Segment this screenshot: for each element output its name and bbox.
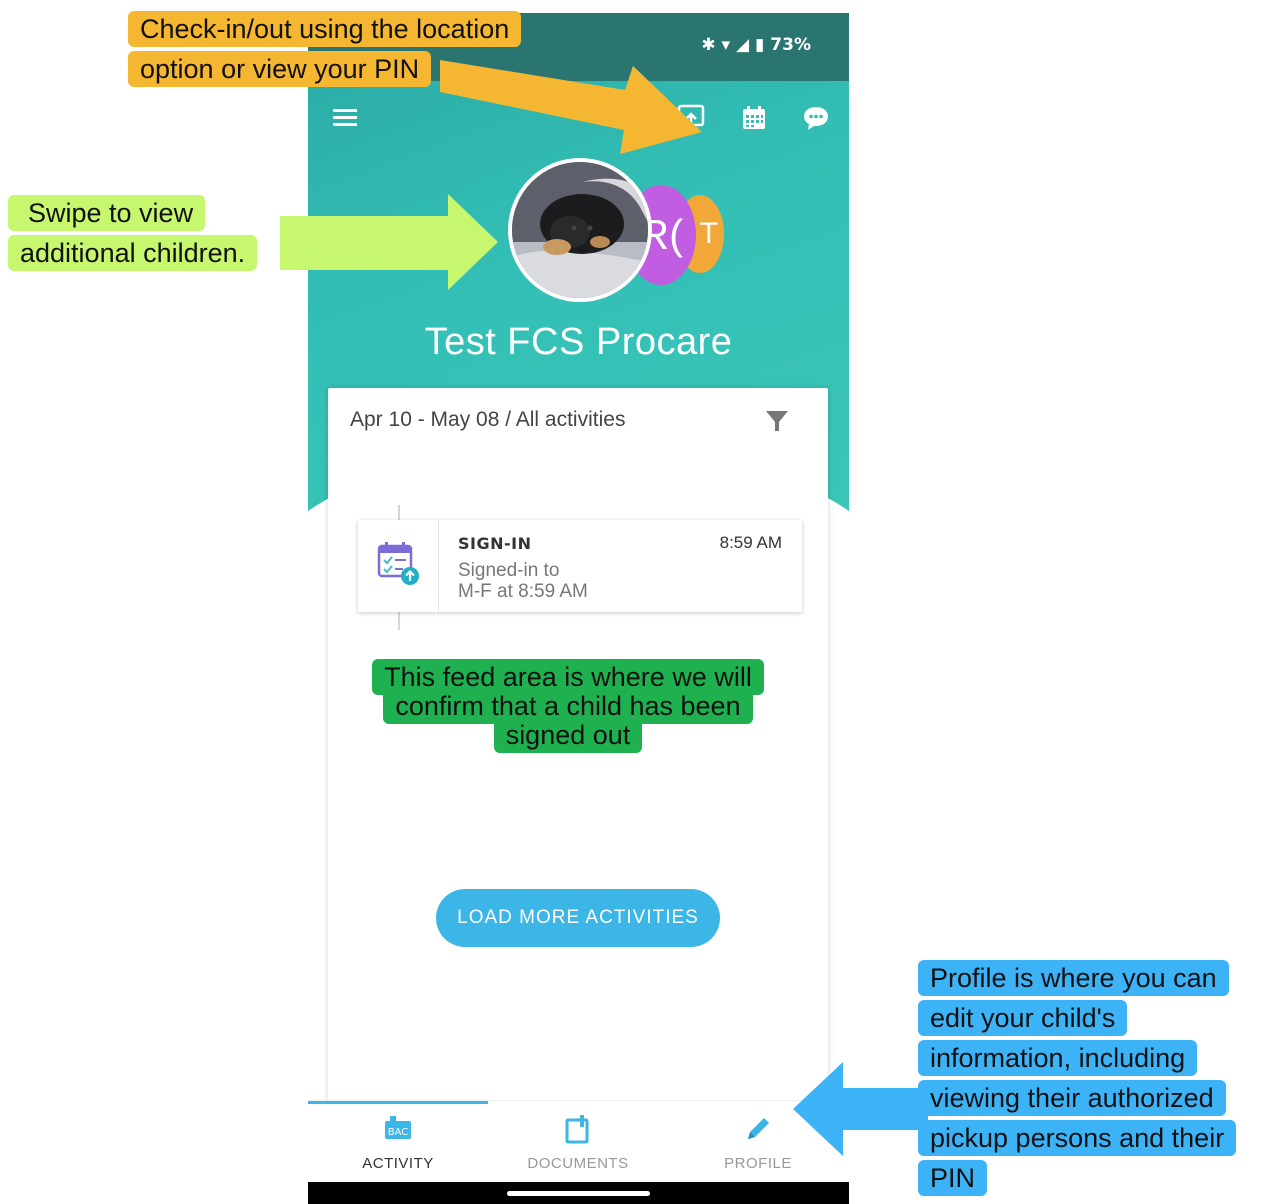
dog-photo-image (512, 162, 648, 298)
wifi-icon: ▾ (721, 35, 731, 55)
lime-arrow (280, 194, 498, 290)
profile-callout-line-6: PIN (918, 1160, 988, 1196)
sign-in-calendar-icon (377, 542, 419, 585)
profile-callout-line-1: Profile is where you can (918, 960, 1229, 996)
gesture-navigation-bar (308, 1182, 849, 1204)
tab-documents-label: DOCUMENTS (527, 1155, 629, 1172)
filter-icon[interactable] (764, 408, 790, 434)
bottom-navigation: BAC ACTIVITY DOCUMENTS PROFILE (308, 1100, 849, 1183)
profile-callout-line-3: information, including (918, 1040, 1198, 1076)
checkin-callout-line-1: Check-in/out using the location (128, 11, 522, 47)
home-gesture-pill[interactable] (507, 1191, 650, 1196)
profile-callout-line-4: viewing their authorized (918, 1080, 1226, 1116)
battery-icon: ▮ (755, 35, 765, 55)
chat-icon[interactable] (801, 103, 831, 133)
calendar-icon[interactable] (739, 103, 769, 133)
battery-percent: 73% (770, 35, 811, 55)
signal-icon: ◢ (736, 35, 750, 55)
load-more-activities-button[interactable]: LOAD MORE ACTIVITIES (436, 889, 720, 947)
swipe-callout: Swipe to view additional children. (8, 193, 258, 273)
child-avatar-photo[interactable] (508, 158, 652, 302)
pencil-icon (748, 1118, 769, 1139)
activity-title: SIGN-IN (458, 534, 532, 553)
menu-icon[interactable] (330, 103, 360, 133)
tab-documents[interactable]: DOCUMENTS (488, 1101, 668, 1183)
profile-callout: Profile is where you can edit your child… (918, 958, 1237, 1198)
activity-icon-box (358, 520, 439, 612)
activity-description-line-2: M-F at 8:59 AM (458, 581, 588, 602)
checkin-callout: Check-in/out using the location option o… (128, 9, 522, 89)
feed-filter-label: Apr 10 - May 08 / All activities (350, 408, 626, 431)
activity-description: Signed-in to M-F at 8:59 AM (458, 560, 588, 602)
activity-abc-icon: BAC (385, 1116, 411, 1139)
checkin-callout-line-2: option or view your PIN (128, 51, 432, 87)
phone-screen: ✱ ▾ ◢ ▮ 73% T R(Test FCS Procare Apr 10… (308, 13, 849, 1204)
activity-item[interactable]: SIGN-IN 8:59 AM Signed-in to M-F at 8:59… (358, 520, 802, 612)
feed-callout-line-3: signed out (493, 717, 643, 753)
profile-callout-line-2: edit your child's (918, 1000, 1128, 1036)
child-name: Test FCS Procare (424, 321, 733, 363)
swipe-callout-line-1: Swipe to view (8, 195, 206, 231)
status-indicators: ✱ ▾ ◢ ▮ 73% (701, 35, 811, 55)
activity-description-line-1: Signed-in to (458, 560, 560, 581)
feed-callout: This feed area is where we will confirm … (366, 659, 770, 753)
documents-icon (565, 1115, 589, 1144)
tab-activity-label: ACTIVITY (362, 1155, 434, 1172)
active-tab-indicator (308, 1101, 488, 1104)
blue-arrow (793, 1062, 928, 1156)
tab-activity[interactable]: BAC ACTIVITY (308, 1101, 488, 1183)
profile-callout-line-5: pickup persons and their (918, 1120, 1237, 1156)
activity-time: 8:59 AM (719, 533, 782, 552)
svg-text:BAC: BAC (388, 1127, 409, 1138)
swipe-callout-line-2: additional children. (8, 235, 258, 271)
